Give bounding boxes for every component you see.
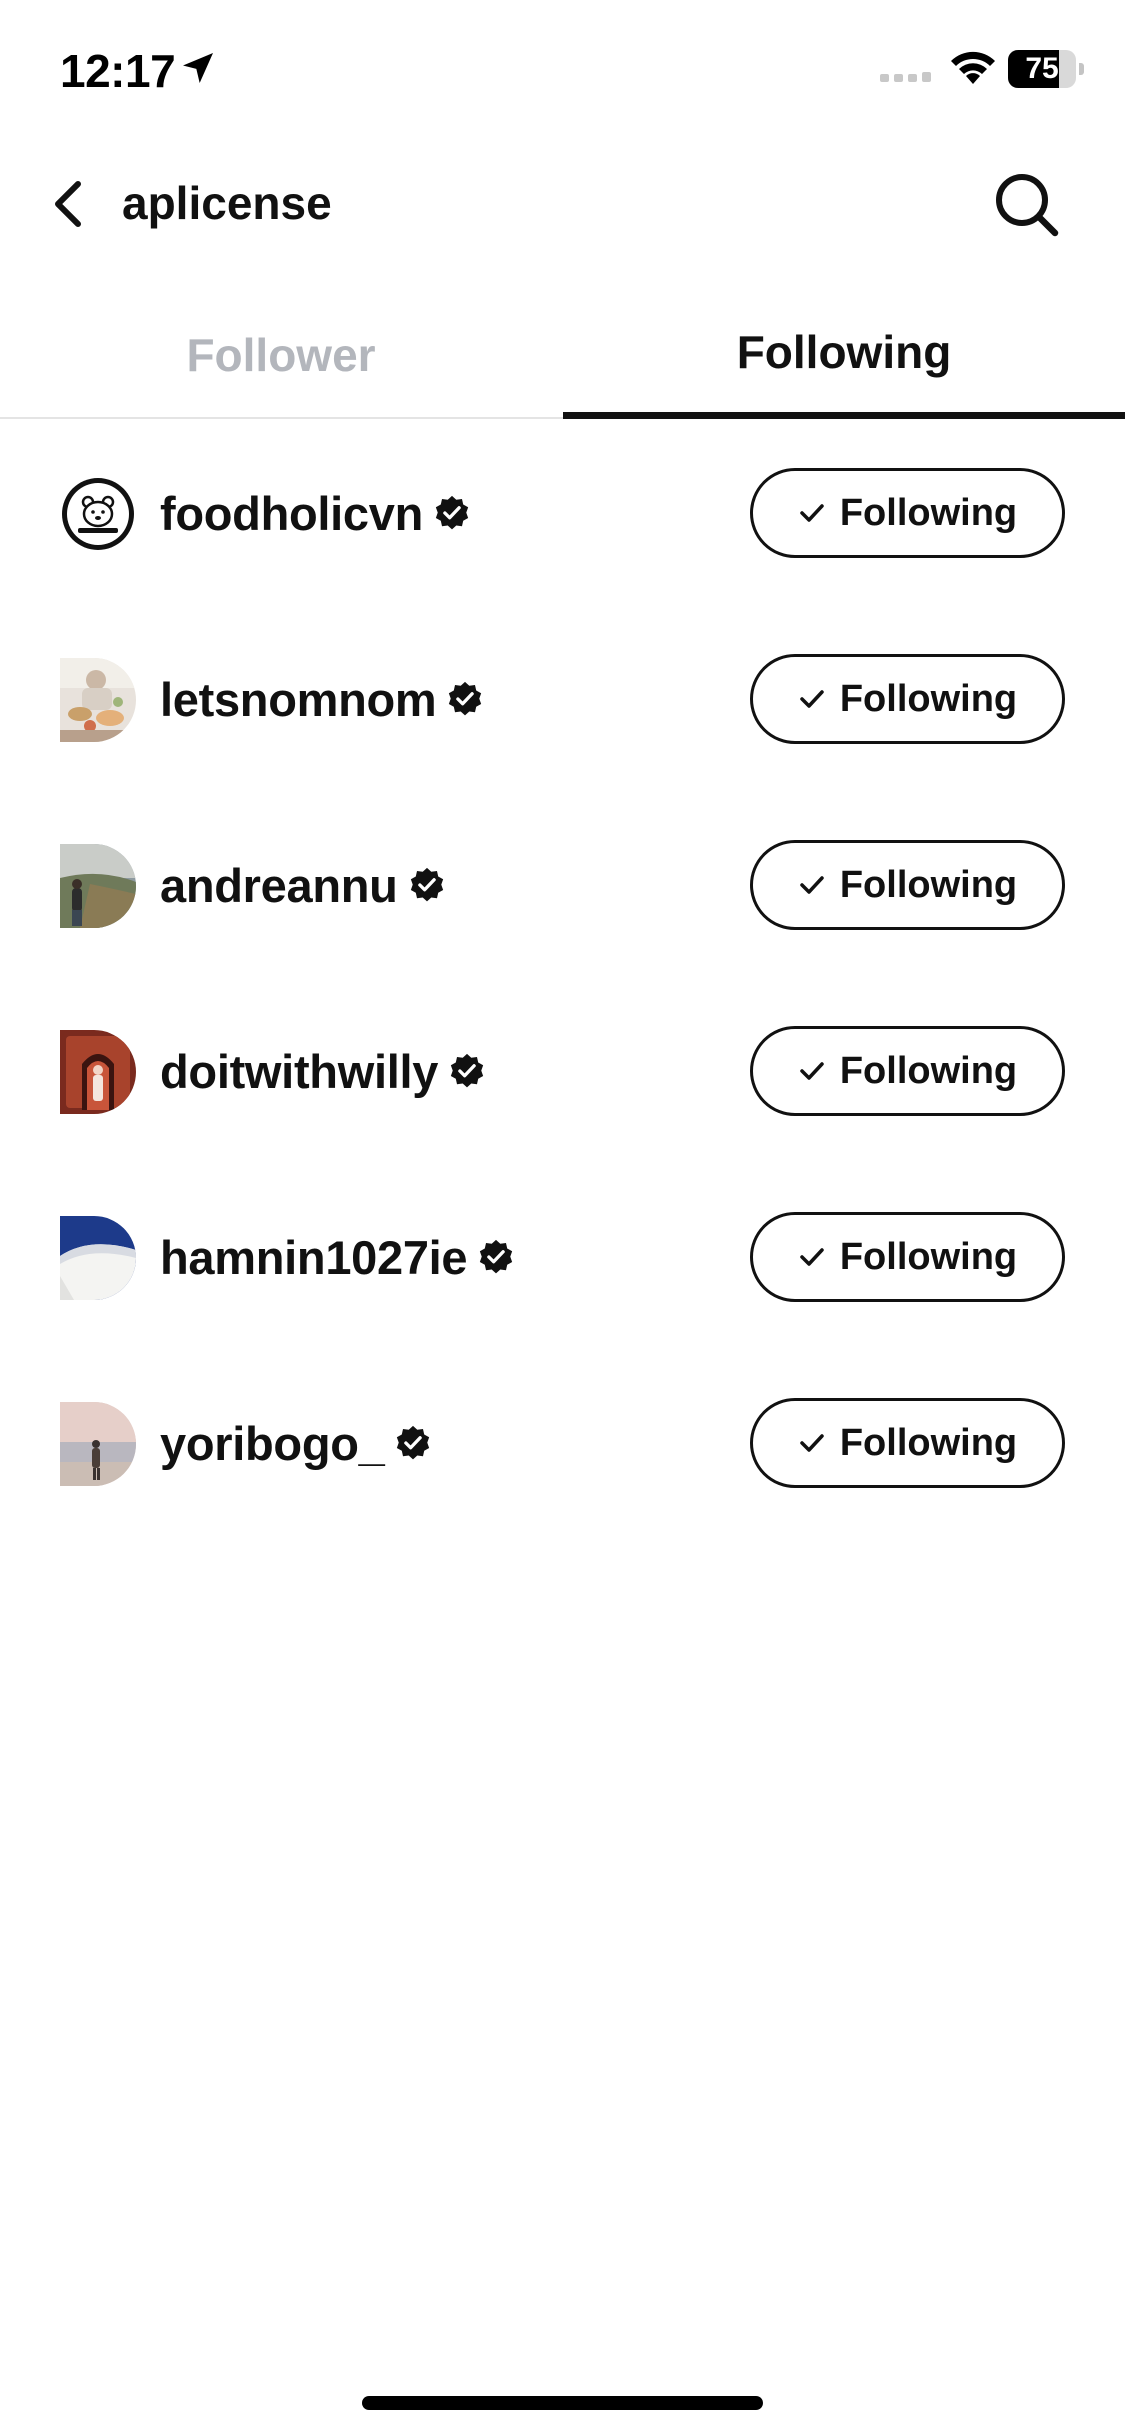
checkmark-icon	[800, 1248, 824, 1266]
status-time: 12:17	[60, 45, 176, 97]
avatar[interactable]	[60, 844, 136, 928]
list-item[interactable]: andreannu Following	[0, 792, 1125, 978]
home-indicator[interactable]	[362, 2396, 763, 2410]
following-button-label: Following	[839, 491, 1018, 534]
username[interactable]: andreannu	[160, 858, 398, 913]
username-row[interactable]: andreannu	[160, 852, 446, 918]
tab-follower[interactable]: Follower	[0, 290, 562, 420]
list-item[interactable]: doitwithwilly Following	[0, 978, 1125, 1164]
location-arrow-icon	[183, 53, 213, 83]
active-tab-indicator	[563, 412, 1125, 419]
list-item[interactable]: hamnin1027ie Following	[0, 1164, 1125, 1350]
following-button[interactable]: Following	[750, 654, 1065, 744]
checkmark-icon	[800, 1062, 824, 1080]
avatar-yoribogo	[60, 1402, 136, 1486]
username-row[interactable]: doitwithwilly	[160, 1038, 486, 1104]
following-button[interactable]: Following	[750, 468, 1065, 558]
username-row[interactable]: letsnomnom	[160, 666, 484, 732]
following-button-label: Following	[839, 1049, 1018, 1092]
status-bar: 12:17 75	[0, 0, 1125, 140]
username[interactable]: letsnomnom	[160, 672, 437, 727]
verified-badge-icon	[450, 1053, 484, 1088]
battery-body: 75	[1008, 50, 1076, 88]
following-button[interactable]: Following	[750, 1398, 1065, 1488]
following-button[interactable]: Following	[750, 1026, 1065, 1116]
battery-indicator: 75	[1008, 50, 1084, 88]
checkmark-icon	[800, 1434, 824, 1452]
verified-badge-icon	[449, 681, 482, 716]
following-button[interactable]: Following	[750, 840, 1065, 930]
username[interactable]: yoribogo_	[160, 1416, 385, 1471]
profile-username-title: aplicense	[122, 177, 332, 229]
following-button-label: Following	[839, 677, 1018, 720]
avatar[interactable]	[60, 658, 136, 742]
following-list: foodholicvn Following letsnomnom Followi…	[0, 420, 1125, 1536]
username[interactable]: hamnin1027ie	[160, 1230, 468, 1285]
search-icon[interactable]	[992, 170, 1062, 240]
header: aplicense	[0, 150, 1125, 260]
avatar[interactable]	[60, 1402, 136, 1486]
list-item[interactable]: foodholicvn Following	[0, 420, 1125, 606]
following-button-label: Following	[839, 1421, 1018, 1464]
cellular-signal-icon	[880, 72, 931, 82]
following-button-label: Following	[839, 1235, 1018, 1278]
tab-following[interactable]: Following	[563, 290, 1125, 420]
chevron-left-icon[interactable]	[44, 174, 94, 234]
avatar-doitwithwilly	[60, 1030, 136, 1114]
battery-tip	[1079, 63, 1084, 75]
tab-bar: Follower Following	[0, 290, 1125, 420]
username-row[interactable]: foodholicvn	[160, 480, 471, 546]
verified-badge-icon	[480, 1239, 513, 1274]
checkmark-icon	[800, 876, 824, 894]
username[interactable]: doitwithwilly	[160, 1044, 438, 1099]
username-row[interactable]: hamnin1027ie	[160, 1224, 515, 1290]
username-row[interactable]: yoribogo_	[160, 1410, 432, 1476]
verified-badge-icon	[435, 495, 469, 530]
wifi-icon	[951, 51, 995, 84]
avatar-foodholicvn	[60, 472, 136, 556]
avatar-hamnin1027ie	[60, 1216, 136, 1300]
battery-level: 75	[1025, 52, 1059, 85]
username[interactable]: foodholicvn	[160, 486, 423, 541]
avatar-andreannu	[60, 844, 136, 928]
checkmark-icon	[800, 504, 824, 522]
following-button-label: Following	[839, 863, 1018, 906]
avatar[interactable]	[60, 1030, 136, 1114]
verified-badge-icon	[410, 867, 443, 902]
avatar[interactable]	[60, 472, 136, 556]
list-item[interactable]: yoribogo_ Following	[0, 1350, 1125, 1536]
avatar[interactable]	[60, 1216, 136, 1300]
checkmark-icon	[800, 690, 824, 708]
avatar-letsnomnom	[60, 658, 136, 742]
following-button[interactable]: Following	[750, 1212, 1065, 1302]
verified-badge-icon	[397, 1425, 430, 1460]
list-item[interactable]: letsnomnom Following	[0, 606, 1125, 792]
screen: 12:17 75 aplicense Follower Following fo…	[0, 0, 1125, 2436]
